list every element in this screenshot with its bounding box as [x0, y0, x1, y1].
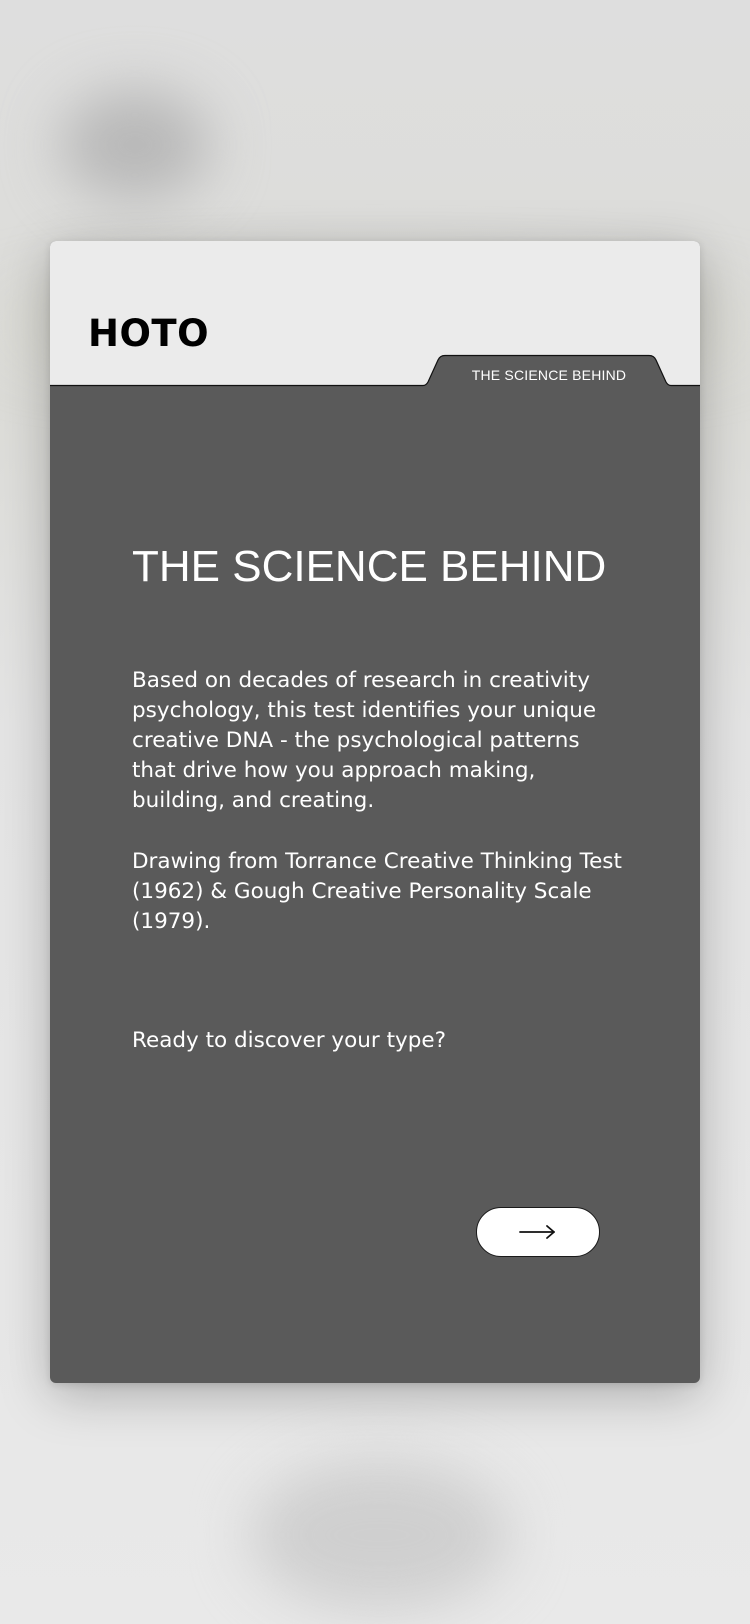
background-blur-shape [250, 1460, 510, 1610]
hoto-logo: HOTO [88, 312, 210, 355]
arrow-right-icon [519, 1225, 555, 1239]
section-tab-label: THE SCIENCE BEHIND [471, 367, 627, 383]
background-blur-shape [60, 90, 210, 200]
science-card: HOTO THE SCIENCE BEHIND THE SCIENCE BEHI… [50, 241, 700, 1383]
ready-prompt: Ready to discover your type? [132, 1028, 447, 1053]
intro-paragraph: Based on decades of research in creativi… [132, 668, 597, 813]
page-title: THE SCIENCE BEHIND [132, 542, 607, 591]
next-button[interactable] [476, 1207, 600, 1257]
sources-paragraph: Drawing from Torrance Creative Thinking … [132, 849, 622, 934]
